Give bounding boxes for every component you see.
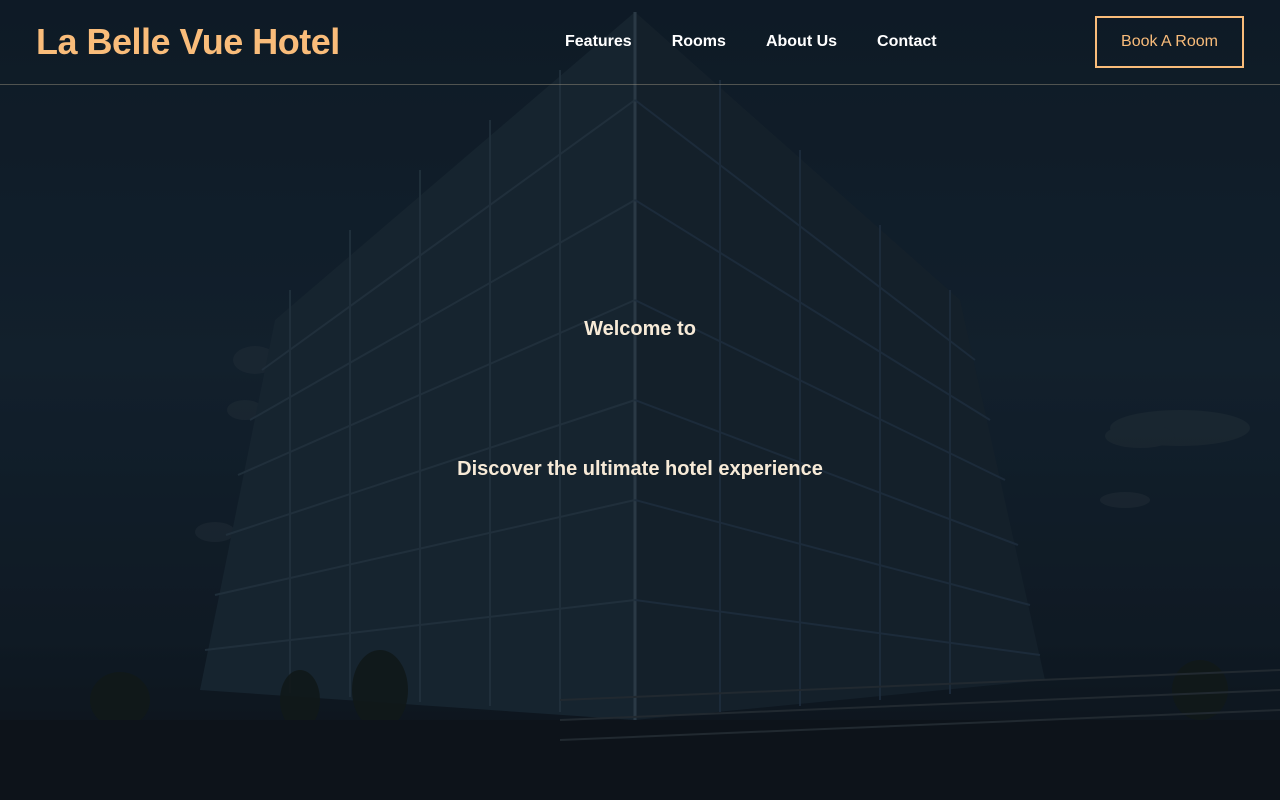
nav-link-about-us[interactable]: About Us [766,33,837,50]
brand-logo[interactable]: La Belle Vue Hotel [36,21,340,63]
nav-item-contact: Contact [877,33,937,51]
nav-link-features[interactable]: Features [565,33,632,50]
book-a-room-button[interactable]: Book A Room [1095,16,1244,68]
nav-link-contact[interactable]: Contact [877,33,937,50]
nav-item-rooms: Rooms [672,33,726,51]
nav-item-features: Features [565,33,632,51]
nav-item-about-us: About Us [766,33,837,51]
hero-welcome-heading: Welcome to [584,318,696,340]
top-navbar: La Belle Vue Hotel Features Rooms About … [0,0,1280,85]
nav-link-rooms[interactable]: Rooms [672,33,726,50]
hero-tagline: Discover the ultimate hotel experience [457,458,823,480]
nav-menu: Features Rooms About Us Contact [565,0,937,84]
hero-background-image [0,0,1280,800]
